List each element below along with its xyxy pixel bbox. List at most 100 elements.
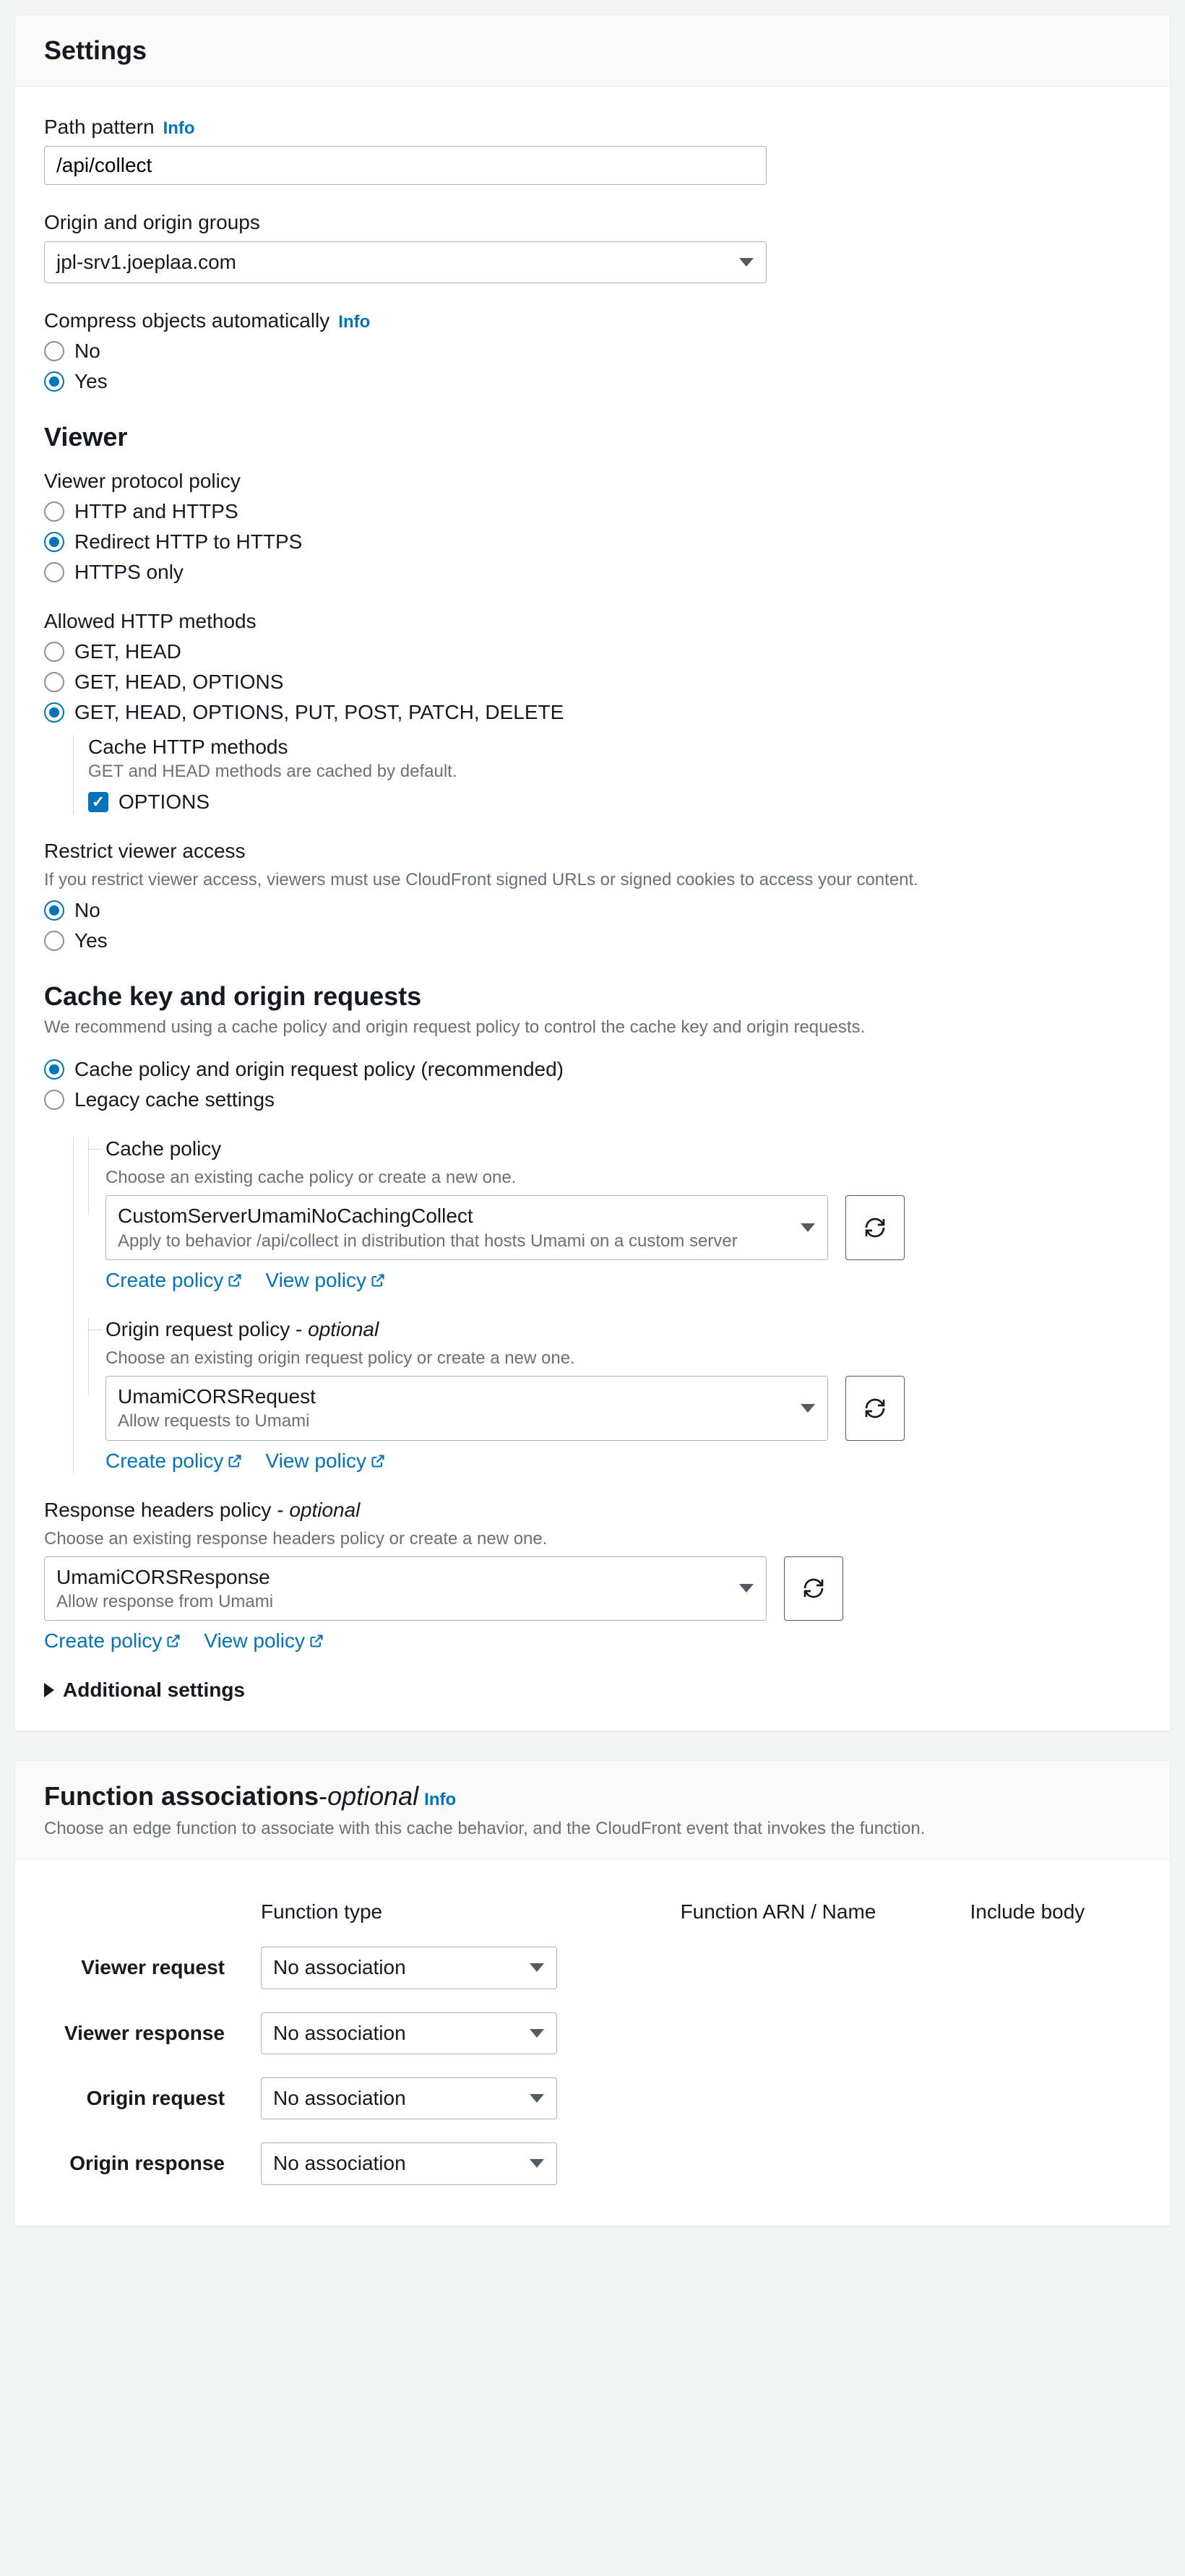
cache-policy-hint: Choose an existing cache policy or creat… [105,1168,1141,1188]
cache-mode-policy-radio[interactable] [44,1059,64,1080]
compress-yes-radio[interactable] [44,371,64,392]
protocol-https-radio[interactable] [44,562,64,582]
restrict-no-radio[interactable] [44,900,64,921]
viewer-response-label: Viewer response [44,2001,246,2066]
table-row: Origin request No association [44,2066,1141,2131]
compress-no-label: No [74,340,100,363]
compress-group: Compress objects automatically Info No Y… [44,309,1141,393]
cache-policy-select[interactable]: CustomServerUmamiNoCachingCollect Apply … [105,1195,828,1260]
cache-policy-sub: Apply to behavior /api/collect in distri… [118,1230,791,1252]
caret-down-icon [739,258,754,267]
additional-settings-label: Additional settings [63,1679,245,1702]
path-pattern-group: Path pattern Info [44,116,1141,185]
viewer-response-type-select[interactable]: No association [261,2012,557,2054]
viewer-protocol-group: Viewer protocol policy HTTP and HTTPS Re… [44,470,1141,584]
response-policy-sub: Allow response from Umami [56,1590,730,1613]
caret-down-icon [801,1223,815,1232]
origin-response-type-select[interactable]: No association [261,2142,557,2184]
methods-gh-radio[interactable] [44,642,64,662]
protocol-redirect-radio[interactable] [44,532,64,552]
response-policy-select[interactable]: UmamiCORSResponse Allow response from Um… [44,1556,767,1621]
caret-down-icon [801,1404,815,1413]
restrict-yes-radio[interactable] [44,931,64,951]
cache-methods-label: Cache HTTP methods [88,736,1141,759]
refresh-icon [863,1397,887,1420]
viewer-request-label: Viewer request [44,1935,246,2000]
restrict-hint: If you restrict viewer access, viewers m… [44,870,1141,890]
methods-gho-radio[interactable] [44,672,64,692]
cache-policy-label: Cache policy [105,1137,221,1160]
origin-policy-select[interactable]: UmamiCORSRequest Allow requests to Umami [105,1376,828,1441]
compress-label: Compress objects automatically [44,309,329,332]
viewer-section-title: Viewer [44,422,1141,452]
functions-header: Function associations - optional Info Ch… [15,1761,1170,1860]
cache-policy-view-link[interactable]: View policy [265,1269,385,1292]
origin-select[interactable]: jpl-srv1.joeplaa.com [44,241,767,283]
caret-down-icon [530,2029,544,2038]
origin-policy-label: Origin request policy [105,1318,290,1340]
response-policy-value: UmamiCORSResponse [56,1564,730,1590]
protocol-https-label: HTTPS only [74,561,184,584]
table-row: Viewer request No association [44,1935,1141,2000]
protocol-both-radio[interactable] [44,501,64,522]
cache-section-hint: We recommend using a cache policy and or… [44,1017,1141,1038]
settings-header: Settings [15,15,1170,87]
triangle-right-icon [44,1683,54,1697]
origin-policy-create-link[interactable]: Create policy [105,1449,242,1473]
response-policy-optional: optional [289,1499,360,1521]
cache-policy-value: CustomServerUmamiNoCachingCollect [118,1203,791,1229]
refresh-icon [802,1577,825,1600]
compress-info-link[interactable]: Info [338,312,370,332]
functions-info-link[interactable]: Info [424,1790,456,1810]
cache-mode-legacy-radio[interactable] [44,1090,64,1110]
protocol-both-label: HTTP and HTTPS [74,500,238,523]
restrict-no-label: No [74,899,100,922]
compress-yes-label: Yes [74,370,108,393]
response-policy-create-link[interactable]: Create policy [44,1629,181,1653]
origin-response-label: Origin response [44,2131,246,2196]
caret-down-icon [530,1963,544,1972]
response-policy-label: Response headers policy [44,1499,271,1521]
external-link-icon [371,1273,385,1288]
caret-down-icon [739,1584,754,1593]
settings-panel: Settings Path pattern Info Origin and or… [14,14,1171,1731]
table-row: Origin response No association [44,2131,1141,2196]
function-associations-panel: Function associations - optional Info Ch… [14,1760,1171,2226]
external-link-icon [228,1273,242,1288]
origin-request-type-select[interactable]: No association [261,2077,557,2119]
methods-all-radio[interactable] [44,702,64,723]
cache-options-checkbox[interactable] [88,792,108,812]
viewer-protocol-label: Viewer protocol policy [44,470,241,493]
methods-gh-label: GET, HEAD [74,640,181,663]
path-pattern-input[interactable] [44,146,767,185]
cache-mode-policy-label: Cache policy and origin request policy (… [74,1058,564,1081]
table-row: Viewer response No association [44,2001,1141,2066]
origin-request-label: Origin request [44,2066,246,2131]
origin-label: Origin and origin groups [44,211,260,234]
cache-policy-create-link[interactable]: Create policy [105,1269,242,1292]
response-policy-view-link[interactable]: View policy [204,1629,324,1653]
col-function-type: Function type [246,1889,666,1935]
functions-hint: Choose an edge function to associate wit… [44,1819,1141,1839]
response-policy-refresh-button[interactable] [784,1556,843,1621]
col-function-arn: Function ARN / Name [666,1889,956,1935]
path-pattern-info-link[interactable]: Info [163,119,195,139]
origin-policy-refresh-button[interactable] [845,1376,905,1441]
restrict-access-group: Restrict viewer access If you restrict v… [44,840,1141,952]
origin-policy-hint: Choose an existing origin request policy… [105,1348,1141,1369]
cache-mode-group: Cache policy and origin request policy (… [44,1058,1141,1111]
methods-gho-label: GET, HEAD, OPTIONS [74,671,283,694]
compress-no-radio[interactable] [44,341,64,361]
external-link-icon [228,1454,242,1468]
external-link-icon [166,1634,181,1648]
response-policy-group: Response headers policy - optional Choos… [44,1499,1141,1653]
cache-policy-refresh-button[interactable] [845,1195,905,1260]
viewer-request-type-select[interactable]: No association [261,1947,557,1989]
allowed-methods-label: Allowed HTTP methods [44,610,257,633]
external-link-icon [309,1634,324,1648]
protocol-redirect-label: Redirect HTTP to HTTPS [74,530,302,553]
function-associations-table: Function type Function ARN / Name Includ… [44,1889,1141,2197]
additional-settings-expander[interactable]: Additional settings [44,1679,1141,1702]
origin-policy-view-link[interactable]: View policy [265,1449,385,1473]
refresh-icon [863,1216,887,1239]
